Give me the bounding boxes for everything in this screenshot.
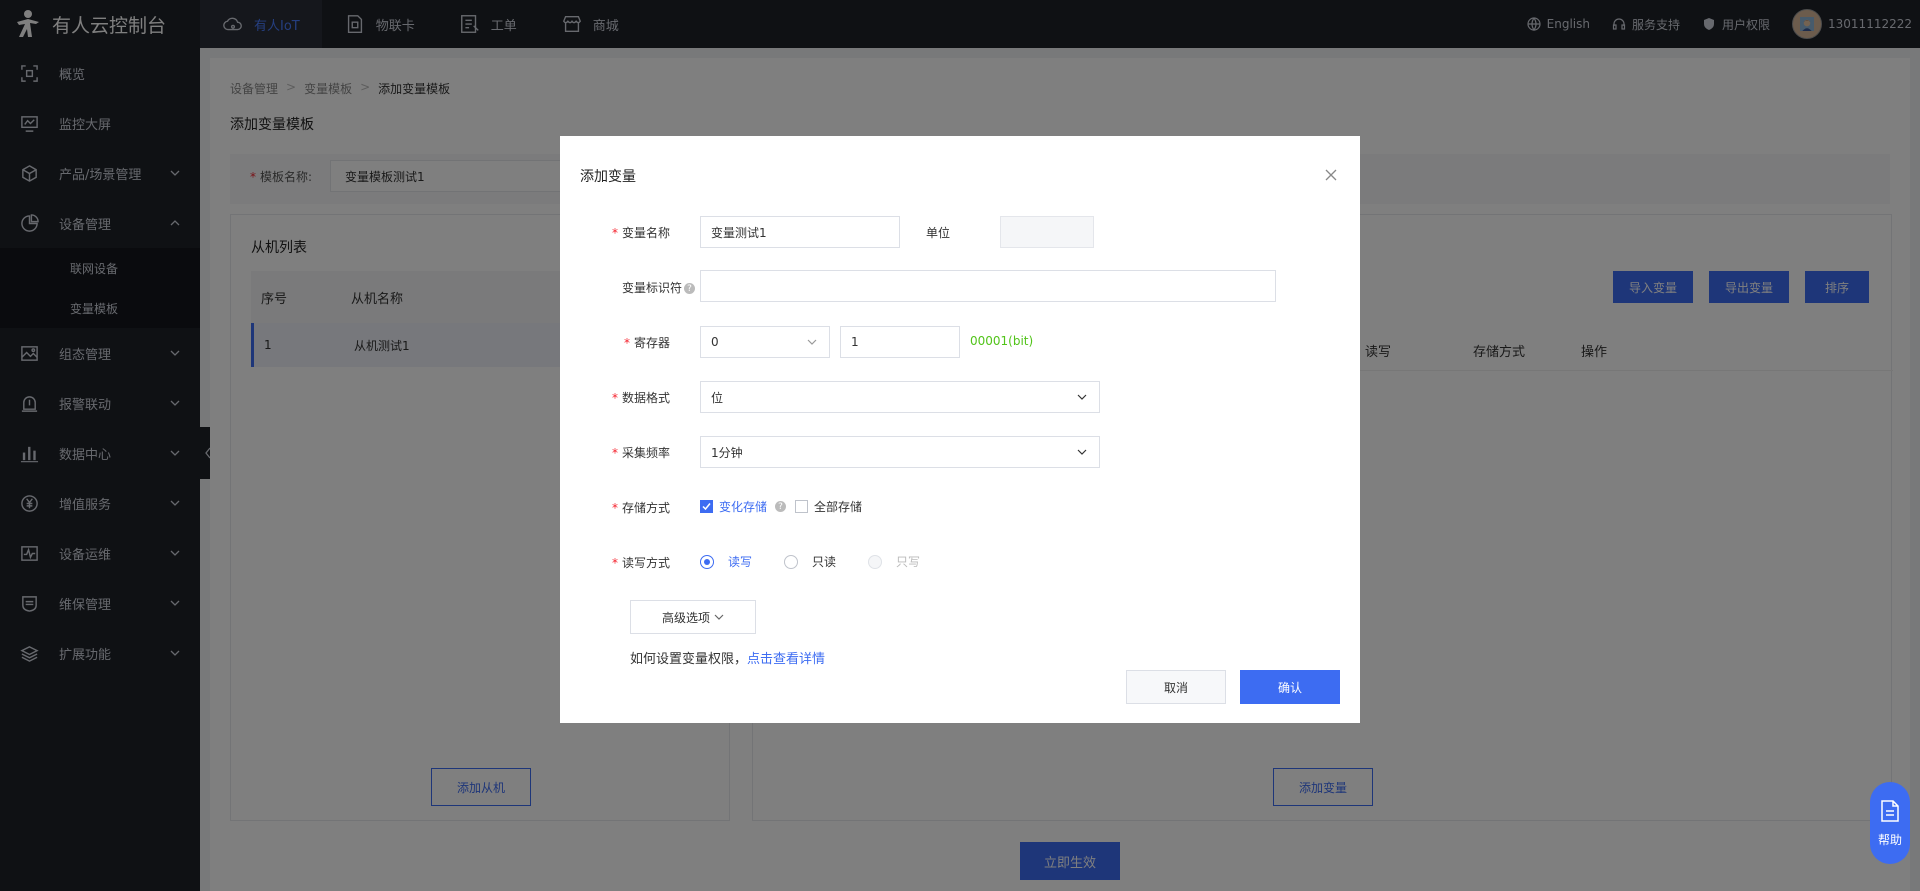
rw-option-readonly[interactable]: 只读 — [784, 553, 836, 570]
rw-option-readwrite[interactable]: 读写 — [700, 553, 752, 570]
dialog-title: 添加变量 — [580, 169, 636, 185]
identifier-label: 变量标识符? — [560, 279, 695, 296]
chevron-down-icon — [1077, 394, 1087, 400]
radio-unselected — [784, 554, 798, 569]
chevron-down-icon — [1077, 449, 1087, 455]
data-format-select[interactable]: 位 — [700, 381, 1100, 413]
unit-label: 单位 — [925, 226, 950, 240]
storage-label: * 存储方式 — [611, 501, 670, 515]
chevron-down-icon — [714, 614, 724, 620]
confirm-button[interactable]: 确认 — [1240, 670, 1340, 704]
checkbox-checked — [700, 500, 713, 513]
variable-name-label: * 变量名称 — [611, 226, 670, 240]
identifier-input[interactable] — [700, 270, 1276, 302]
cancel-button[interactable]: 取消 — [1126, 670, 1226, 704]
advanced-options-button[interactable]: 高级选项 — [630, 600, 756, 634]
document-icon — [1881, 799, 1899, 822]
chevron-down-icon — [807, 339, 817, 345]
help-icon[interactable]: ? — [775, 501, 787, 512]
register-type-select[interactable]: 0 — [700, 326, 830, 358]
unit-input[interactable] — [1000, 216, 1094, 248]
close-icon[interactable] — [1324, 168, 1338, 182]
storage-all-checkbox[interactable]: 全部存储 — [795, 498, 862, 515]
help-floating-button[interactable]: 帮助 — [1870, 782, 1910, 864]
radio-selected — [700, 554, 714, 569]
data-format-label: * 数据格式 — [611, 391, 670, 405]
help-icon[interactable]: ? — [684, 283, 695, 294]
register-address-input[interactable]: 1 — [840, 326, 960, 358]
rw-label: * 读写方式 — [611, 556, 670, 570]
permission-detail-link[interactable]: 点击查看详情 — [747, 652, 825, 667]
add-variable-dialog: 添加变量 * 变量名称 变量测试1 单位 变量标识符? * 寄存器 0 1 0000… — [560, 136, 1360, 723]
frequency-select[interactable]: 1分钟 — [700, 436, 1100, 468]
radio-disabled — [868, 554, 882, 569]
checkbox-unchecked — [795, 500, 808, 513]
permission-tip: 如何设置变量权限，点击查看详情 — [630, 652, 826, 667]
frequency-label: * 采集频率 — [611, 446, 670, 460]
rw-option-writeonly[interactable]: 只写 — [868, 553, 920, 570]
storage-change-checkbox[interactable]: 变化存储 ? — [700, 498, 787, 515]
register-hint: 00001(bit) — [970, 334, 1034, 348]
register-label: * 寄存器 — [623, 336, 670, 350]
